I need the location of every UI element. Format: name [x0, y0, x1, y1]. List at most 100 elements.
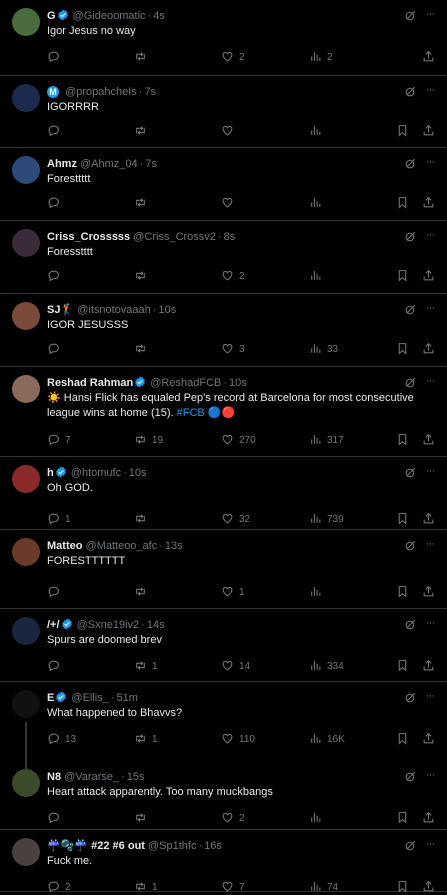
- share-button[interactable]: [422, 50, 435, 64]
- avatar[interactable]: [12, 769, 40, 797]
- bookmark-button[interactable]: [396, 269, 409, 283]
- more-options-icon[interactable]: ···: [423, 9, 437, 22]
- timestamp[interactable]: 13s: [165, 540, 183, 552]
- display-name[interactable]: SJ: [47, 304, 60, 316]
- reply-button[interactable]: [47, 124, 65, 138]
- retweet-button[interactable]: [134, 512, 152, 526]
- handle[interactable]: @Sp1thfc: [148, 840, 196, 852]
- avatar[interactable]: [12, 465, 40, 493]
- avatar[interactable]: [12, 538, 40, 566]
- avatar[interactable]: [12, 690, 40, 718]
- like-button[interactable]: 3: [221, 342, 245, 356]
- tweet[interactable]: Criss_Crosssss @Criss_Crossv2 · 8s ··· Fores…: [0, 221, 447, 294]
- like-button[interactable]: [221, 124, 239, 138]
- views-button[interactable]: [309, 811, 327, 825]
- reply-button[interactable]: [47, 196, 65, 210]
- timestamp[interactable]: 7s: [145, 158, 157, 170]
- like-button[interactable]: 270: [221, 433, 256, 447]
- grok-icon[interactable]: [404, 539, 417, 552]
- handle[interactable]: @Vararse_: [64, 771, 119, 783]
- timestamp[interactable]: 10s: [129, 467, 147, 479]
- more-options-icon[interactable]: ···: [423, 85, 437, 98]
- grok-icon[interactable]: [404, 230, 417, 243]
- bookmark-button[interactable]: [396, 811, 409, 825]
- retweet-button[interactable]: [134, 50, 152, 64]
- retweet-button[interactable]: 1: [134, 732, 158, 746]
- tweet[interactable]: Reshad Rahman @ReshadFCB · 10s ··· ☀️ Hansi …: [0, 367, 447, 457]
- share-button[interactable]: [422, 585, 435, 599]
- views-button[interactable]: 2: [309, 50, 333, 64]
- display-name[interactable]: Ahmz: [47, 158, 77, 170]
- more-options-icon[interactable]: ···: [423, 770, 437, 783]
- handle[interactable]: @Criss_Crossv2: [133, 231, 216, 243]
- views-button[interactable]: [309, 124, 327, 138]
- bookmark-button[interactable]: [396, 124, 409, 138]
- display-name[interactable]: E: [47, 692, 54, 704]
- tweet[interactable]: N8 @Vararse_ · 15s ··· Heart attack apparent…: [0, 761, 447, 830]
- reply-button[interactable]: [47, 585, 65, 599]
- hashtag-link[interactable]: #FCB: [177, 407, 205, 419]
- reply-button[interactable]: 7: [47, 433, 71, 447]
- reply-button[interactable]: [47, 269, 65, 283]
- handle[interactable]: @Ellis_: [71, 692, 108, 704]
- more-options-icon[interactable]: ···: [423, 230, 437, 243]
- bookmark-button[interactable]: [396, 585, 409, 599]
- grok-icon[interactable]: [404, 376, 417, 389]
- timestamp[interactable]: 10s: [229, 377, 247, 389]
- share-button[interactable]: [422, 269, 435, 283]
- like-button[interactable]: 32: [221, 512, 250, 526]
- more-options-icon[interactable]: ···: [423, 539, 437, 552]
- like-button[interactable]: 110: [221, 732, 255, 746]
- timestamp[interactable]: 7s: [144, 86, 156, 98]
- share-button[interactable]: [422, 124, 435, 138]
- grok-icon[interactable]: [404, 9, 417, 22]
- grok-icon[interactable]: [404, 466, 417, 479]
- share-button[interactable]: [422, 433, 435, 447]
- bookmark-button[interactable]: [396, 196, 409, 210]
- grok-icon[interactable]: [404, 691, 417, 704]
- views-button[interactable]: 317: [309, 433, 344, 447]
- views-button[interactable]: 334: [309, 659, 344, 673]
- avatar[interactable]: [12, 84, 40, 112]
- handle[interactable]: @Ahmz_04: [80, 158, 138, 170]
- avatar[interactable]: [12, 229, 40, 257]
- like-button[interactable]: [221, 196, 239, 210]
- like-button[interactable]: 2: [221, 269, 245, 283]
- more-options-icon[interactable]: ···: [423, 618, 437, 631]
- avatar[interactable]: [12, 617, 40, 645]
- reply-button[interactable]: [47, 50, 65, 64]
- display-name[interactable]: N8: [47, 771, 61, 783]
- display-name[interactable]: Criss_Crosssss: [47, 231, 130, 243]
- more-options-icon[interactable]: ···: [423, 376, 437, 389]
- timestamp[interactable]: 14s: [147, 619, 165, 631]
- tweet[interactable]: Matteo @Matteoo_afc · 13s ··· FORESTTTTTT 1: [0, 530, 447, 609]
- handle[interactable]: @ReshadFCB: [150, 377, 221, 389]
- handle[interactable]: @propahcheIs: [65, 86, 137, 98]
- bookmark-button[interactable]: [396, 659, 409, 673]
- like-button[interactable]: 2: [221, 811, 245, 825]
- share-button[interactable]: [422, 512, 435, 526]
- tweet[interactable]: G @Gideoomatic · 4s ··· Igor Jesus no way 2 2: [0, 0, 447, 76]
- tweet[interactable]: ☔🫧☔ #22 #6 out @Sp1thfc · 16s ··· Fuck me. 2 1…: [0, 830, 447, 893]
- handle[interactable]: @Gideoomatic: [73, 10, 146, 22]
- grok-icon[interactable]: [404, 303, 417, 316]
- retweet-button[interactable]: [134, 196, 152, 210]
- bookmark-button[interactable]: [396, 512, 409, 526]
- bookmark-button[interactable]: [396, 732, 409, 746]
- more-options-icon[interactable]: ···: [423, 303, 437, 316]
- grok-icon[interactable]: [404, 839, 417, 852]
- handle[interactable]: @htomufc: [71, 467, 121, 479]
- views-button[interactable]: 33: [309, 342, 338, 356]
- grok-icon[interactable]: [404, 85, 417, 98]
- handle[interactable]: @Sxne19iv2: [77, 619, 140, 631]
- retweet-button[interactable]: [134, 124, 152, 138]
- avatar[interactable]: [12, 302, 40, 330]
- share-button[interactable]: [422, 811, 435, 825]
- timestamp[interactable]: 15s: [127, 771, 145, 783]
- grok-icon[interactable]: [404, 618, 417, 631]
- reply-button[interactable]: [47, 811, 65, 825]
- display-name[interactable]: h: [47, 467, 54, 479]
- grok-icon[interactable]: [404, 157, 417, 170]
- reply-button[interactable]: [47, 659, 65, 673]
- timestamp[interactable]: 16s: [204, 840, 222, 852]
